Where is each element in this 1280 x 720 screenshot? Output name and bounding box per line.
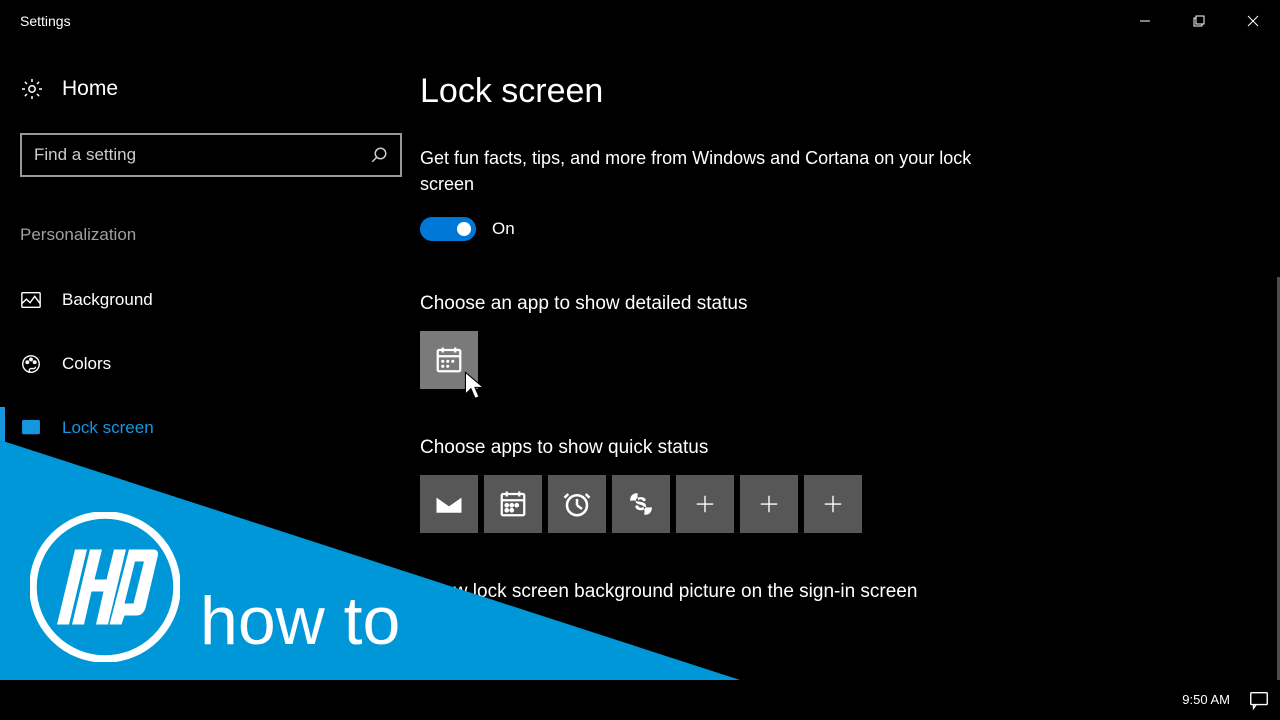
- quick-app-add-1[interactable]: [676, 475, 734, 533]
- tips-toggle[interactable]: [420, 217, 476, 241]
- lockscreen-icon: [20, 417, 42, 439]
- nav-label: Lock screen: [62, 418, 154, 438]
- calendar-icon: [498, 489, 528, 519]
- plus-icon: [822, 493, 844, 515]
- clock-time: 9:50 AM: [1182, 692, 1230, 709]
- nav-label: Background: [62, 290, 153, 310]
- colors-icon: [20, 353, 42, 375]
- maximize-icon: [1193, 15, 1205, 27]
- title-bar: Settings: [0, 0, 1280, 42]
- sidebar-item-lockscreen[interactable]: Lock screen: [20, 401, 400, 455]
- window-title: Settings: [20, 13, 71, 29]
- maximize-button[interactable]: [1172, 0, 1226, 42]
- action-center-button[interactable]: [1246, 687, 1272, 713]
- tips-description: Get fun facts, tips, and more from Windo…: [420, 145, 1000, 197]
- window-controls: [1118, 0, 1280, 42]
- taskbar-clock[interactable]: 9:50 AM: [1182, 692, 1230, 709]
- section-title: Personalization: [20, 225, 400, 245]
- search-icon: [370, 146, 388, 164]
- signin-picture-heading: Show lock screen background picture on t…: [420, 581, 1240, 603]
- themes-icon: [20, 481, 42, 503]
- calendar-icon: [434, 345, 464, 375]
- page-heading: Lock screen: [420, 72, 1240, 111]
- minimize-button[interactable]: [1118, 0, 1172, 42]
- close-icon: [1247, 15, 1259, 27]
- quick-app-mail[interactable]: [420, 475, 478, 533]
- home-label: Home: [62, 77, 118, 101]
- sidebar-item-themes[interactable]: Themes: [20, 465, 400, 519]
- taskbar: 9:50 AM: [0, 680, 1280, 720]
- search-box[interactable]: [20, 133, 402, 177]
- background-icon: [20, 289, 42, 311]
- search-input[interactable]: [34, 145, 370, 165]
- nav-label: Themes: [62, 482, 123, 502]
- plus-icon: [758, 493, 780, 515]
- quick-status-row: [420, 475, 1240, 533]
- sidebar-item-colors[interactable]: Colors: [20, 337, 400, 391]
- quick-app-skype[interactable]: [612, 475, 670, 533]
- quick-app-calendar[interactable]: [484, 475, 542, 533]
- close-button[interactable]: [1226, 0, 1280, 42]
- main-panel: Lock screen Get fun facts, tips, and mor…: [420, 42, 1280, 680]
- mail-icon: [434, 489, 464, 519]
- detailed-status-heading: Choose an app to show detailed status: [420, 293, 1240, 315]
- detailed-status-app-tile[interactable]: [420, 331, 478, 389]
- sidebar-item-background[interactable]: Background: [20, 273, 400, 327]
- quick-app-alarms[interactable]: [548, 475, 606, 533]
- plus-icon: [694, 493, 716, 515]
- sidebar: Home Personalization Background Colors L…: [0, 42, 420, 680]
- home-nav[interactable]: Home: [20, 77, 400, 101]
- nav-label: Colors: [62, 354, 111, 374]
- action-center-icon: [1248, 689, 1270, 711]
- cursor-icon: [460, 371, 490, 401]
- toggle-state-label: On: [492, 219, 515, 239]
- quick-app-add-2[interactable]: [740, 475, 798, 533]
- quick-status-heading: Choose apps to show quick status: [420, 437, 1240, 459]
- clock-icon: [562, 489, 592, 519]
- skype-icon: [626, 489, 656, 519]
- gear-icon: [20, 77, 44, 101]
- minimize-icon: [1139, 15, 1151, 27]
- tips-toggle-row: On: [420, 217, 1240, 241]
- quick-app-add-3[interactable]: [804, 475, 862, 533]
